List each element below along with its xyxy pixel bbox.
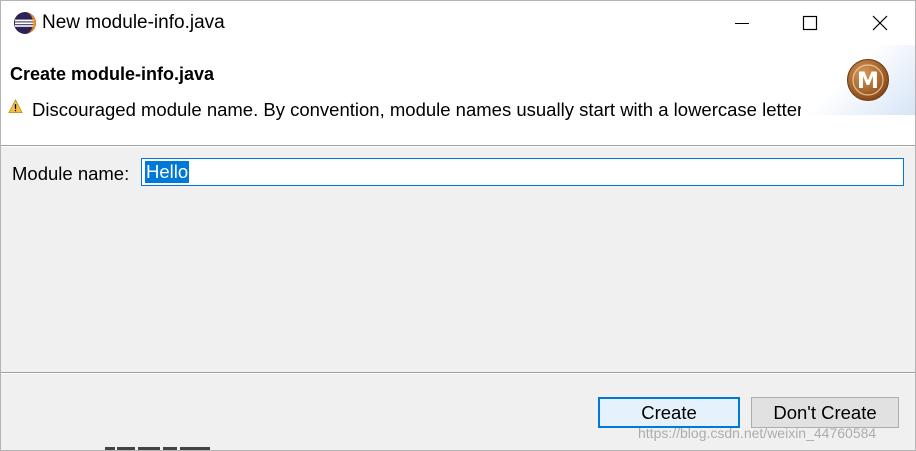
wizard-logo-icon: M [847,59,889,101]
footer-separator-highlight [1,373,915,374]
module-name-input[interactable]: Hello [141,158,904,186]
underlying-window-fragment [105,447,210,450]
module-name-value: Hello [145,161,190,183]
banner-separator-highlight [1,146,915,147]
wizard-title: Create module-info.java [10,64,215,84]
close-icon [872,15,888,31]
close-button[interactable] [857,1,903,45]
minimize-icon [735,23,749,24]
eclipse-app-icon [14,12,36,34]
dont-create-button[interactable]: Don't Create [751,397,899,428]
warning-icon [8,99,23,113]
create-button[interactable]: Create [598,397,740,428]
maximize-icon [802,15,818,31]
dialog-window: New module-info.java Create module-info.… [0,0,916,451]
title-bar[interactable]: New module-info.java [1,1,915,45]
watermark-text: https://blog.csdn.net/weixin_44760584 [638,425,877,441]
wizard-logo-letter: M [857,69,879,94]
module-name-label: Module name: [12,163,130,184]
wizard-message: Discouraged module name. By convention, … [32,99,804,120]
window-title: New module-info.java [42,12,225,33]
wizard-banner: Create module-info.java Discouraged modu… [1,45,915,145]
minimize-button[interactable] [719,1,765,45]
maximize-button[interactable] [787,1,833,45]
